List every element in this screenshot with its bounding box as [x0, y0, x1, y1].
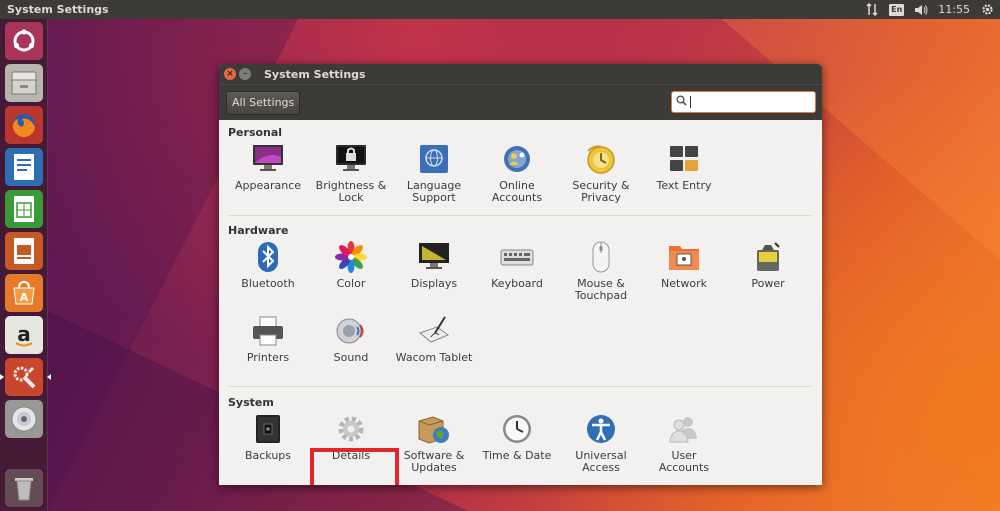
sound-icon: [334, 314, 368, 348]
wacom-tablet-item[interactable]: Wacom Tablet: [393, 314, 475, 364]
time-date-item[interactable]: Time & Date: [476, 412, 558, 462]
section-title-hardware: Hardware: [228, 224, 289, 237]
volume-icon[interactable]: [914, 3, 928, 17]
mouse-touchpad-icon: [584, 240, 618, 274]
mouse-touchpad-item[interactable]: Mouse & Touchpad: [560, 240, 642, 302]
power-icon: [751, 240, 785, 274]
system-settings-window: × – System Settings All Settings Persona…: [219, 64, 822, 485]
software-updates-item[interactable]: Software & Updates: [393, 412, 475, 474]
universal-access-icon: [584, 412, 618, 446]
printers-icon: [251, 314, 285, 348]
section-title-system: System: [228, 396, 274, 409]
printers-item[interactable]: Printers: [227, 314, 309, 364]
language-support-item[interactable]: Language Support: [393, 142, 475, 204]
brightness-lock-item[interactable]: Brightness & Lock: [310, 142, 392, 204]
launcher: A a: [0, 19, 51, 511]
indicator-area: En 11:55: [865, 0, 994, 19]
settings-content: Personal Appearance Brightness & Lock La…: [219, 120, 822, 485]
search-icon: [676, 95, 687, 109]
top-panel: System Settings En 11:55: [0, 0, 1000, 19]
security-privacy-item[interactable]: Security & Privacy: [560, 142, 642, 204]
svg-text:a: a: [17, 322, 31, 346]
active-app-title: System Settings: [7, 3, 109, 16]
text-entry-item[interactable]: Text Entry: [643, 142, 725, 192]
section-separator: [228, 215, 812, 216]
amazon-icon[interactable]: a: [5, 316, 43, 354]
software-updates-icon: [417, 412, 451, 446]
backups-icon: [251, 412, 285, 446]
user-accounts-icon: [667, 412, 701, 446]
bluetooth-item[interactable]: Bluetooth: [227, 240, 309, 290]
text-entry-icon: [667, 142, 701, 176]
sound-item[interactable]: Sound: [310, 314, 392, 364]
close-icon[interactable]: ×: [224, 68, 236, 80]
dvd-icon[interactable]: [5, 400, 43, 438]
appearance-item[interactable]: Appearance: [227, 142, 309, 192]
section-title-personal: Personal: [228, 126, 283, 139]
displays-icon: [417, 240, 451, 274]
svg-text:A: A: [20, 291, 29, 304]
power-item[interactable]: Power: [727, 240, 809, 290]
window-title: System Settings: [264, 67, 366, 81]
color-item[interactable]: Color: [310, 240, 392, 290]
details-gear-icon: [334, 412, 368, 446]
files-icon[interactable]: [5, 64, 43, 102]
universal-access-item[interactable]: Universal Access: [560, 412, 642, 474]
trash-icon[interactable]: [5, 469, 43, 507]
section-separator: [228, 386, 812, 387]
brightness-lock-icon: [334, 142, 368, 176]
appearance-icon: [251, 142, 285, 176]
calc-icon[interactable]: [5, 190, 43, 228]
online-accounts-icon: [500, 142, 534, 176]
online-accounts-item[interactable]: Online Accounts: [476, 142, 558, 204]
writer-icon[interactable]: [5, 148, 43, 186]
bluetooth-icon: [251, 240, 285, 274]
keyboard-icon: [500, 240, 534, 274]
clock[interactable]: 11:55: [938, 3, 970, 16]
network-icon: [667, 240, 701, 274]
text-caret: [690, 96, 691, 108]
software-center-icon[interactable]: A: [5, 274, 43, 312]
security-privacy-icon: [584, 142, 618, 176]
language-support-icon: [417, 142, 451, 176]
keyboard-layout-indicator[interactable]: En: [889, 3, 905, 16]
ubuntu-dash-icon[interactable]: [5, 22, 43, 60]
annotation-highlight-box: [310, 448, 399, 485]
wacom-tablet-icon: [417, 314, 451, 348]
all-settings-button[interactable]: All Settings: [226, 90, 301, 115]
search-input[interactable]: [671, 91, 816, 113]
time-date-icon: [500, 412, 534, 446]
system-settings-icon[interactable]: [0, 358, 51, 396]
user-accounts-item[interactable]: User Accounts: [643, 412, 725, 474]
window-toolbar: All Settings: [219, 84, 822, 120]
backups-item[interactable]: Backups: [227, 412, 309, 462]
firefox-icon[interactable]: [5, 106, 43, 144]
color-icon: [334, 240, 368, 274]
impress-icon[interactable]: [5, 232, 43, 270]
session-gear-icon[interactable]: [980, 3, 994, 17]
displays-item[interactable]: Displays: [393, 240, 475, 290]
keyboard-item[interactable]: Keyboard: [476, 240, 558, 290]
minimize-icon[interactable]: –: [239, 68, 251, 80]
window-titlebar[interactable]: × – System Settings: [219, 64, 822, 84]
network-transfer-icon[interactable]: [865, 3, 879, 17]
network-item[interactable]: Network: [643, 240, 725, 290]
